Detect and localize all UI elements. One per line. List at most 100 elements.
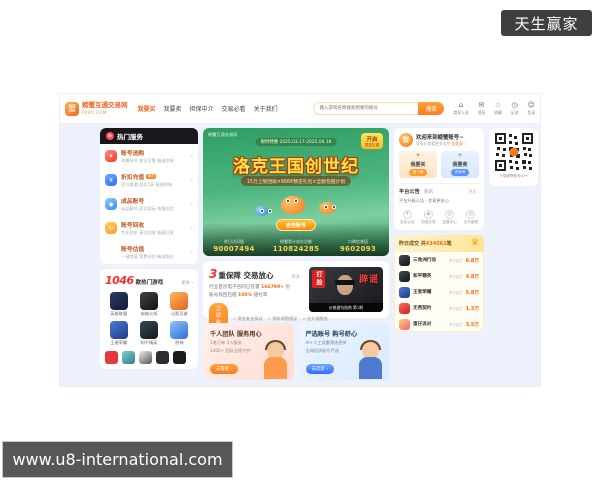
nav-item-escrow[interactable]: 担保中介 (190, 104, 214, 113)
promo-card-team[interactable]: 千人团队 服务用心 1笔订单 3人服务 1400+ 团队全程守护 去看看 › (203, 323, 294, 380)
merchant-join-link[interactable]: ⌂ 商家入驻 (453, 100, 468, 116)
service-account-valuation[interactable]: ◉ 账号估值 免费 一键估值 免费评估 精准报价 › (100, 240, 198, 264)
game-icon-small[interactable] (173, 351, 186, 364)
sell-mini-card[interactable]: + 我要卖 去卖号 (441, 151, 479, 178)
announcements-more-link[interactable]: 更多 › (469, 189, 479, 195)
trust-label: 监管中心 (442, 220, 457, 224)
trust-label: 全天客服 (463, 220, 478, 224)
trust-service[interactable]: ◷ 全天客服 (463, 209, 478, 226)
game-item[interactable]: 王者荣耀 (105, 321, 132, 346)
corner-badge-sub: 限定礼遇 (365, 142, 379, 147)
nav-item-buy[interactable]: 我要买 (138, 104, 156, 113)
search-button[interactable]: 搜索 (418, 102, 445, 115)
trust-real-name[interactable]: ¥ 实名认证 (400, 209, 415, 226)
game-item[interactable]: 和平精英 (135, 321, 162, 346)
sell-button[interactable]: 去卖号 (450, 169, 470, 176)
ranking-game-name: 无畏契约 (413, 306, 432, 311)
trust-supervision[interactable]: ◎ 监管中心 (442, 209, 457, 226)
nav-item-about[interactable]: 关于我们 (254, 104, 278, 113)
service-account-buy[interactable]: ✦ 账号选购 海量账号 安全可靠 极速交易 › (100, 144, 198, 168)
service-finished-account[interactable]: ◆ 成品账号 热卖 成品靓号 即买即玩 海量现货 › (100, 192, 198, 216)
games-count: 1046 (105, 274, 134, 287)
ranking-row[interactable]: 蛋仔派对 昨日成交 3.5万 (394, 316, 484, 332)
game-label: 和平精英 (140, 340, 158, 345)
game-item[interactable]: 穿越火线 (135, 292, 162, 317)
mascot-girl-illustration (260, 340, 290, 380)
favorites-link[interactable]: ☆ 收藏 (494, 101, 502, 116)
banner-pill-button[interactable]: 自选账号 (275, 219, 317, 231)
crab-mascot-icon (281, 196, 305, 214)
ranking-row[interactable]: 和平精英 昨日成交 4.8万 (394, 268, 484, 284)
crab-mascot-icon (319, 202, 335, 214)
game-icon-small[interactable] (105, 351, 118, 364)
game-item[interactable]: 原神 (166, 321, 193, 346)
game-icon (109, 321, 128, 339)
trust-label: 实名认证 (400, 220, 415, 224)
promo-curated-button[interactable]: 去逛逛 › (305, 364, 334, 374)
quick-label: 登录 (527, 109, 535, 115)
hot-games-panel: 1046 款热门游戏 更多 › 英雄联盟 穿越火线 火影忍者 王者荣耀 和平精英… (100, 269, 198, 369)
messages-link[interactable]: ✉ 消息 (477, 101, 486, 116)
service-desc: 官方渠道 低至5折 极速到账 (121, 182, 173, 187)
game-icon (170, 321, 189, 339)
payout-stat-line: 账号找回包赔 100% 赔付率 (209, 292, 303, 298)
stat-visits: 昨日访问量 90007494 (203, 239, 265, 253)
service-name: 折扣充值 (121, 175, 145, 181)
line-text: 行业首创电子合同已签署 (209, 284, 261, 290)
site-logo[interactable]: 蟹 螃蟹互通交易网 PK85.COM (65, 101, 128, 116)
browse-button[interactable]: 逛一逛 (408, 169, 428, 176)
games-count-suffix: 款热门游戏 (135, 280, 164, 286)
tab-announcements[interactable]: 平台公告 (399, 188, 420, 195)
banner-date: 限时特惠 2025.03.17-2025.04.18 (255, 138, 337, 146)
ranking-title-suf: 笔 (446, 241, 452, 247)
ranking-row-value: 5.8万 (465, 290, 479, 296)
game-icon-small[interactable] (156, 351, 169, 364)
id-icon: ¥ (402, 209, 412, 219)
service-discount-topup[interactable]: ¥ 折扣充值 最热 官方渠道 低至5折 极速到账 › (100, 168, 198, 192)
search-input[interactable] (313, 102, 419, 115)
ranking-row-value: 4.8万 (465, 274, 479, 280)
check-label: 资金安全保证 (237, 316, 263, 321)
tab-news[interactable]: 资讯 (424, 189, 433, 195)
trust-escrow[interactable]: ◈ 担保交易 (421, 209, 436, 226)
logo-domain: PK85.COM (82, 109, 107, 115)
games-more-link[interactable]: 更多 › (182, 280, 193, 286)
history-link[interactable]: ◷ 足迹 (511, 101, 519, 116)
buy-mini-card[interactable]: ✦ 我要买 逛一逛 (399, 151, 437, 178)
ranking-game-name: 和平精英 (413, 274, 432, 279)
video-thumbnail[interactable]: 打脸 辟谣 价格避坑指南 第1期 (309, 267, 383, 312)
quick-label: 消息 (477, 109, 486, 115)
game-item[interactable]: 英雄联盟 (105, 292, 132, 317)
game-icon-small[interactable] (122, 351, 135, 364)
service-account-recycle[interactable]: ↻ 账号回收 专业估价 高价回收 极速打款 › (100, 216, 198, 240)
more-games-row (105, 351, 193, 364)
banner-logo-text: 螃蟹互通交易网 (208, 132, 238, 137)
app-qr-panel: 下载螃蟹账号APP (489, 128, 538, 186)
guarantee-more-link[interactable]: 更多 › (292, 274, 303, 280)
login-cta-link[interactable]: 去登录 › (451, 141, 465, 146)
game-icon-small[interactable] (139, 351, 152, 364)
promo-team-button[interactable]: 去看看 › (210, 364, 239, 374)
welcome-greeting: 欢迎来到螃蟹账号~ (416, 135, 464, 141)
quick-label: 收藏 (494, 109, 502, 115)
service-badge: 免费 (147, 245, 155, 250)
promo-card-curated[interactable]: 严选账号 购号舒心 AI+人工双重筛选把关 全网优质账号严选 去逛逛 › (298, 323, 389, 380)
game-icon (399, 318, 410, 330)
nav-item-sell[interactable]: 我要卖 (164, 104, 182, 113)
game-label: 王者荣耀 (110, 340, 128, 345)
ranking-row[interactable]: 王者荣耀 昨日成交 5.8万 (394, 284, 484, 300)
check-247-service: ∞全天候服务 (302, 316, 327, 322)
ranking-row[interactable]: 三角洲行动 昨日成交 6.8万 (394, 252, 484, 268)
nav-item-guide[interactable]: 交易必看 (222, 104, 246, 113)
service-desc: 一键估值 免费评估 精准报价 (121, 254, 174, 259)
guarantee-title: 重保障 交易放心 (218, 271, 274, 280)
hero-banner[interactable]: 螃蟹互通交易网 限时特惠 2025.03.17-2025.04.18 开启 限定… (203, 128, 389, 256)
ranking-row[interactable]: 无畏契约 昨日成交 1.3万 (394, 300, 484, 316)
game-label: 火影忍者 (170, 311, 188, 316)
game-item[interactable]: 火影忍者 (166, 292, 193, 317)
mini-card-label: 我要卖 (452, 161, 468, 168)
announcement-item[interactable]: 平台升级公告 · 交易更安心 (399, 198, 479, 204)
storefront-icon: ⌂ (458, 100, 464, 109)
guarantee-panel: 3 重保障 交易放心 更多 › 行业首创电子合同已签署 166799+ 份 账号… (203, 261, 389, 335)
login-link[interactable]: ☺ 登录 (527, 101, 535, 116)
